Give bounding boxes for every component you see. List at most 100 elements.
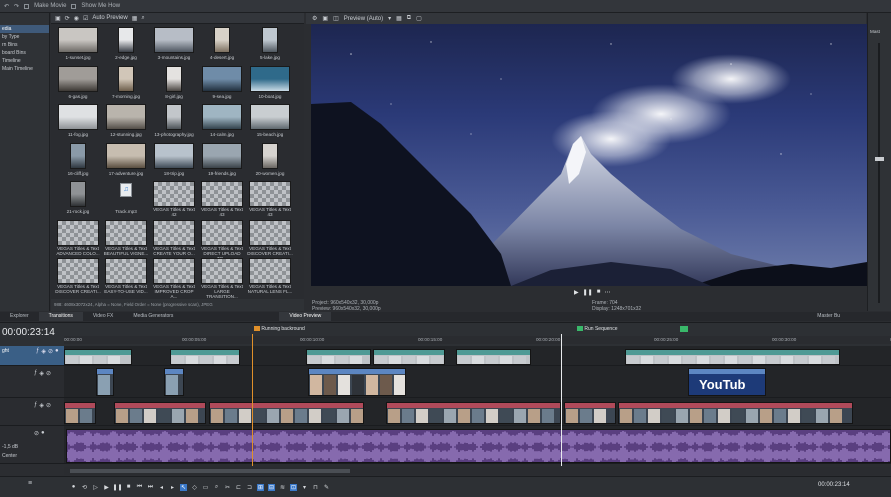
media-item[interactable]: VEGAS Titles & Text CREATE YOUR O...	[151, 219, 197, 256]
go-to-start-icon[interactable]: ⏮	[136, 484, 143, 491]
normal-edit-tool-icon[interactable]: ↖	[180, 483, 187, 491]
timeline-clip[interactable]	[114, 402, 206, 424]
timeline-clip[interactable]	[564, 402, 616, 424]
media-item[interactable]: VEGAS Titles & Text DISCOVER CREATI...	[247, 219, 293, 256]
region-marker[interactable]	[680, 326, 688, 332]
marker-insert-icon[interactable]: ▾	[301, 484, 308, 491]
mute-icon[interactable]: ⊘	[34, 430, 39, 437]
tree-item-storyboard-bins[interactable]: board Bins	[0, 49, 49, 57]
tab-media-generators[interactable]: Media Generators	[123, 312, 183, 321]
tree-item-all-media[interactable]: edia	[0, 25, 49, 33]
tab-explorer[interactable]: Explorer	[0, 312, 39, 321]
timeline-clip[interactable]	[96, 368, 114, 396]
media-item[interactable]: 7-morning.jpg	[103, 65, 149, 101]
region-insert-icon[interactable]: ⊓	[312, 484, 319, 491]
media-item[interactable]: VEGAS Titles & TextDIRECT UPLOAD TO...	[199, 219, 245, 261]
timeline-menu-icon[interactable]: ≡	[28, 480, 32, 487]
solo-icon[interactable]: ●	[55, 348, 59, 355]
scrollbar-thumb[interactable]	[70, 469, 350, 473]
timeline-clip[interactable]	[306, 349, 371, 365]
media-item[interactable]: VEGAS Titles & Text 43	[247, 180, 293, 217]
media-item[interactable]: VEGAS Titles & Text BEAUTIFUL VIGNE...	[103, 219, 149, 256]
timeline-clip[interactable]	[456, 349, 531, 365]
video-preview-frame[interactable]	[311, 24, 867, 286]
tree-item-timeline[interactable]: Timeline	[0, 57, 49, 65]
timeline-clip[interactable]	[164, 368, 184, 396]
next-frame-icon[interactable]: ▸	[169, 484, 176, 491]
media-item[interactable]: 11-fog.jpg	[55, 103, 101, 139]
go-to-end-icon[interactable]: ⏭	[147, 484, 154, 491]
stop-icon[interactable]: ■	[125, 484, 132, 491]
media-item[interactable]: 17-adventure.jpg	[103, 142, 149, 178]
pause-icon[interactable]: ❚❚	[112, 484, 122, 491]
search-icon[interactable]: ⌕	[141, 15, 144, 22]
make-movie-button[interactable]: Make Movie	[34, 3, 66, 9]
split-icon[interactable]: ✂	[224, 484, 231, 491]
tree-item-by-type[interactable]: by Type	[0, 33, 49, 41]
play-icon[interactable]: ▶	[574, 289, 579, 296]
media-item[interactable]: VEGAS Titles & Text LARGE TRANSITION...	[199, 257, 245, 299]
preview-quality-select[interactable]: Preview (Auto)	[344, 16, 383, 22]
undo-icon[interactable]: ↶	[4, 3, 9, 10]
media-item[interactable]: 8-girl.jpg	[151, 65, 197, 101]
media-item[interactable]: 9-sea.jpg	[199, 65, 245, 101]
play-icon[interactable]: ▶	[103, 484, 110, 491]
pause-icon[interactable]: ❚❚	[583, 289, 593, 296]
timeline-tracks[interactable]: YouTub	[64, 346, 891, 464]
timeline-scrollbar[interactable]	[64, 467, 891, 475]
motion-icon[interactable]: ◈	[41, 348, 46, 355]
lock-envelopes-icon[interactable]: ⊞	[257, 483, 264, 491]
split-screen-icon[interactable]: ◫	[333, 15, 339, 22]
copy-snapshot-icon[interactable]: ⧉	[407, 15, 411, 22]
tab-transitions[interactable]: Transitions	[38, 312, 83, 321]
track-header-2[interactable]: ƒ ◈ ⊘	[0, 366, 64, 398]
refresh-icon[interactable]: ⟳	[65, 15, 70, 22]
fx-icon[interactable]: ƒ	[34, 402, 37, 409]
timeline-clip[interactable]	[209, 402, 364, 424]
media-item[interactable]: 13-photography.jpg	[151, 103, 197, 139]
media-item[interactable]: 6-gas.jpg	[55, 65, 101, 101]
master-fader[interactable]	[875, 157, 884, 161]
fx-icon[interactable]: ƒ	[36, 348, 39, 355]
track-volume[interactable]: -1,5 dB	[2, 444, 18, 450]
media-item[interactable]: VEGAS Titles & Text DISCOVER CREATI...	[55, 257, 101, 294]
media-item[interactable]: 18-trip.jpg	[151, 142, 197, 178]
media-item[interactable]: VEGAS Titles & Text 43	[199, 180, 245, 217]
overlays-icon[interactable]: ▦	[396, 15, 402, 22]
make-movie-icon[interactable]	[24, 3, 30, 9]
media-item[interactable]: VEGAS Titles & Text NATURAL LENS FL...	[247, 257, 293, 294]
media-item[interactable]: 14-calm.jpg	[199, 103, 245, 139]
preview-fx-icon[interactable]: ▣	[322, 15, 328, 22]
fx-icon[interactable]: ƒ	[34, 370, 37, 377]
timeline-clip[interactable]	[64, 402, 96, 424]
timeline-clip[interactable]	[386, 402, 561, 424]
mute-icon[interactable]: ⊘	[48, 348, 53, 355]
track-pan[interactable]: Center	[2, 453, 17, 459]
track-header-audio[interactable]: -1,5 dB Center ⊘ ●	[0, 426, 64, 464]
media-item[interactable]: 2-edge.jpg	[103, 26, 149, 62]
media-item[interactable]: 4-desert.jpg	[199, 26, 245, 62]
tree-item-main-timeline[interactable]: Main Timeline	[0, 65, 49, 73]
preview-settings-icon[interactable]: ⚙	[312, 15, 317, 22]
tab-video-preview[interactable]: Video Preview	[279, 312, 332, 321]
media-item[interactable]: ♫ Track.mp3	[103, 180, 149, 216]
auto-ripple-icon[interactable]: ≋	[279, 484, 286, 491]
show-me-how-icon[interactable]	[71, 3, 77, 9]
media-item[interactable]: 15-beach.jpg	[247, 103, 293, 139]
media-item[interactable]: 19-friends.jpg	[199, 142, 245, 178]
audio-clip[interactable]	[66, 429, 891, 463]
media-item[interactable]: 5-lake.jpg	[247, 26, 293, 62]
motion-icon[interactable]: ◈	[39, 402, 44, 409]
trim-end-icon[interactable]: ⊐	[246, 484, 253, 491]
record-icon[interactable]: ●	[70, 484, 77, 491]
play-from-start-icon[interactable]: ▷	[92, 484, 99, 491]
media-item[interactable]: 1-sunset.jpg	[55, 26, 101, 62]
timeline-clip[interactable]	[618, 402, 853, 424]
selection-tool-icon[interactable]: ▭	[202, 484, 209, 491]
timeline-clip[interactable]	[308, 368, 406, 396]
stop-icon[interactable]: ■	[597, 289, 601, 296]
show-me-how-button[interactable]: Show Me How	[81, 3, 120, 9]
media-item[interactable]: 20-women.jpg	[247, 142, 293, 178]
chevron-down-icon[interactable]: ▾	[388, 15, 391, 22]
mute-icon[interactable]: ⊘	[46, 402, 51, 409]
